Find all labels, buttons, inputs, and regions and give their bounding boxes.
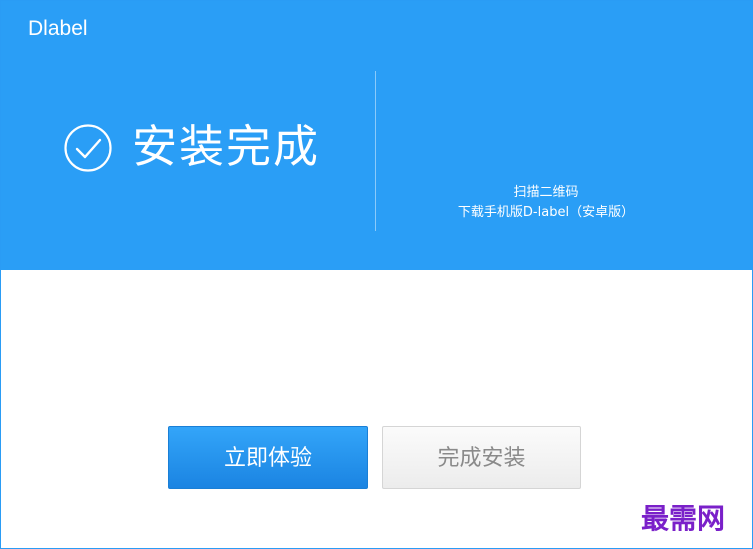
try-now-button[interactable]: 立即体验 [168,426,368,489]
install-complete-title: 安装完成 [132,120,321,173]
qr-promo-line1: 扫描二维码 [513,185,579,200]
header-banner: Dlabel 安装完成 扫描二维码 下载手机版D-label（安卓版） [1,1,752,270]
installer-window: Dlabel 安装完成 扫描二维码 下载手机版D-label（安卓版） 立即体验… [0,0,753,549]
watermark-logo: 最需网 [641,502,726,535]
header-divider [375,71,376,231]
qr-promo-text: 扫描二维码 下载手机版D-label（安卓版） [401,183,691,223]
check-circle-icon [64,124,112,172]
app-title: Dlabel [28,17,88,40]
qr-promo-line2: 下载手机版D-label（安卓版） [457,205,635,220]
finish-install-button[interactable]: 完成安装 [382,426,581,489]
